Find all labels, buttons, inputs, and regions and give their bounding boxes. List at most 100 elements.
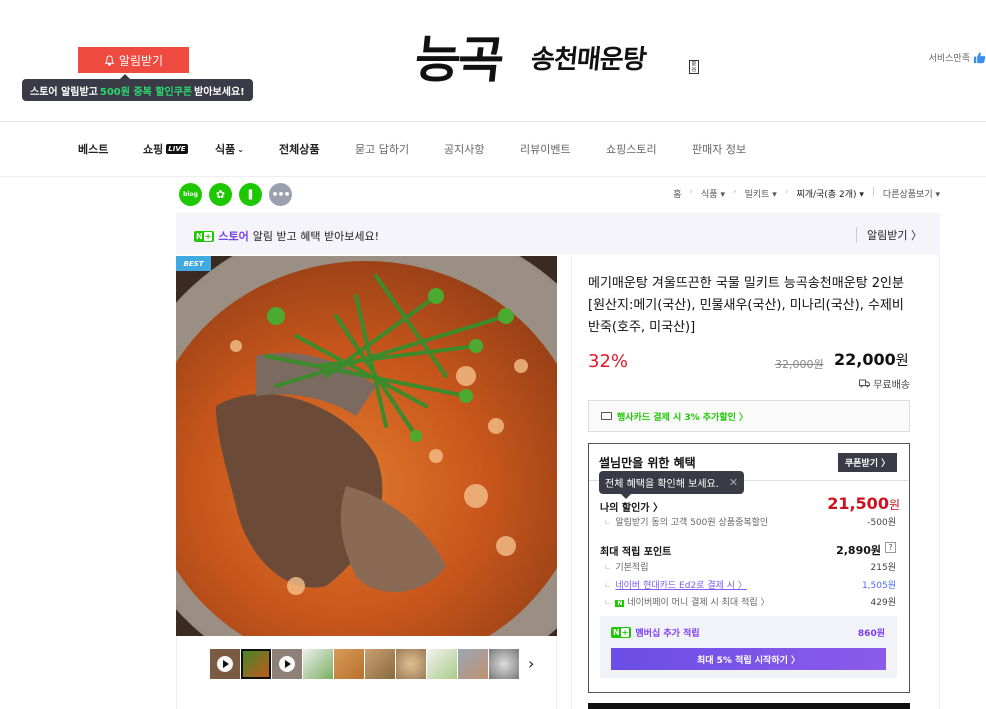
breadcrumb-food-label: 식품 bbox=[701, 190, 718, 200]
hyundai-card-link[interactable]: 네이버 현대카드 Ed2로 결제 시 〉 bbox=[615, 581, 747, 591]
start-membership-button[interactable]: 최대 5% 적립 시작하기 〉 bbox=[611, 648, 886, 670]
basic-points-label: 기본적립 bbox=[604, 560, 648, 573]
blog-icon-glyph: blog bbox=[183, 191, 198, 198]
discount-rate: 32% bbox=[588, 351, 629, 372]
breadcrumb-mealkit[interactable]: 밀키트 ▾ bbox=[745, 187, 777, 200]
nav-qna-label: 묻고 답하기 bbox=[355, 143, 410, 156]
nav-qna[interactable]: 묻고 답하기 bbox=[355, 141, 409, 157]
get-coupon-button[interactable]: 쿠폰받기 〉 bbox=[838, 453, 897, 472]
nav-best-label: 베스트 bbox=[78, 143, 109, 156]
npay-icon: N bbox=[615, 600, 625, 607]
shipping-info: 무료배송 bbox=[859, 376, 910, 391]
membership-label-text: 멤버십 추가 적립 bbox=[635, 629, 700, 639]
alarm-discount-value: -500원 bbox=[867, 518, 896, 528]
breadcrumb-food[interactable]: 식품 ▾ bbox=[701, 187, 725, 200]
close-icon[interactable]: ✕ bbox=[729, 476, 738, 489]
membership-label: N + 멤버십 추가 적립 bbox=[611, 626, 700, 639]
hyundai-card-points-value: 1,505원 bbox=[861, 581, 896, 591]
nav-review-label: 리뷰이벤트 bbox=[520, 143, 571, 156]
nav-food-label: 식품 bbox=[215, 143, 236, 156]
thumbnail-image[interactable] bbox=[303, 649, 333, 679]
card-benefit-link[interactable]: 행사카드 결제 시 3% 추가할인 〉 bbox=[588, 400, 910, 432]
benefits-tooltip: 전체 혜택을 확인해 보세요. ✕ bbox=[599, 471, 745, 499]
breadcrumb-other-label: 다른상품보기 bbox=[882, 190, 933, 200]
thumbnail-image[interactable] bbox=[396, 649, 426, 679]
main-nav: 베스트 쇼핑 LIVE 식품 ⌄ 전체상품 묻고 답하기 공지사항 리뷰이벤트 쇼핑… bbox=[0, 122, 986, 176]
nav-notice[interactable]: 공지사항 bbox=[444, 141, 484, 157]
nav-story-label: 쇼핑스토리 bbox=[606, 143, 657, 156]
thumbnail-image[interactable] bbox=[489, 649, 519, 679]
alarm-subscribe-button[interactable]: 알림받기 bbox=[78, 47, 189, 73]
store-banner-message: N + 스토어 알림 받고 혜택 받아보세요! bbox=[194, 228, 379, 244]
my-discount-price: 21,500원 bbox=[827, 494, 900, 513]
benefits-tooltip-text: 전체 혜택을 확인해 보세요. bbox=[605, 479, 719, 490]
original-price: 32,000원 bbox=[775, 358, 824, 371]
chevron-right-icon[interactable]: › bbox=[528, 654, 534, 673]
card-benefit-label: 행사카드 결제 시 3% 추가할인 〉 bbox=[617, 412, 749, 423]
naver-badge-letter: N bbox=[196, 231, 203, 241]
npay-money-points-row[interactable]: N네이버페이 머니 결제 시 최대 적립 〉 bbox=[604, 595, 770, 608]
logo-main-text: 능곡 bbox=[411, 30, 505, 89]
thumbs-up-icon bbox=[973, 52, 986, 64]
sale-price-value: 22,000 bbox=[834, 350, 896, 369]
thumbnail-image-selected[interactable] bbox=[241, 649, 271, 679]
breadcrumb-separator: › bbox=[689, 187, 694, 197]
breadcrumb-separator: | bbox=[871, 187, 875, 197]
nav-shopping-story[interactable]: 쇼핑스토리 bbox=[606, 141, 657, 157]
thumbnail-image[interactable] bbox=[427, 649, 457, 679]
my-discount-label[interactable]: 나의 할인가 〉 bbox=[600, 499, 663, 514]
thumbnail-video[interactable] bbox=[272, 649, 302, 679]
bookmark-icon-glyph: ❚ bbox=[246, 189, 255, 200]
bookmark-icon[interactable]: ❚ bbox=[239, 183, 262, 206]
thumbnail-image[interactable] bbox=[365, 649, 395, 679]
nav-seller-label: 판매자 정보 bbox=[692, 143, 747, 156]
service-satisfaction[interactable]: 서비스만족 bbox=[929, 51, 986, 64]
alarm-button-label: 알림받기 bbox=[118, 53, 164, 68]
nav-food[interactable]: 식품 ⌄ bbox=[215, 141, 244, 157]
breadcrumb-mealkit-label: 밀키트 bbox=[744, 190, 770, 200]
nav-divider bbox=[0, 176, 986, 177]
hyundai-card-points-row: 네이버 현대카드 Ed2로 결제 시 〉 bbox=[604, 578, 747, 591]
breadcrumb-stew[interactable]: 찌개/국(총 2개) ▾ bbox=[796, 187, 863, 200]
nav-shopping-live[interactable]: 쇼핑 LIVE bbox=[143, 141, 188, 157]
breadcrumb-other-products[interactable]: 다른상품보기 ▾ bbox=[883, 187, 940, 200]
breadcrumb-separator: › bbox=[784, 187, 789, 197]
nav-notice-label: 공지사항 bbox=[444, 143, 485, 156]
help-icon[interactable]: ? bbox=[885, 542, 896, 553]
nav-review-event[interactable]: 리뷰이벤트 bbox=[520, 141, 571, 157]
talk-icon[interactable]: ✿ bbox=[209, 183, 232, 206]
max-points-value: 2,890원 bbox=[836, 544, 881, 557]
plus-icon: + bbox=[203, 231, 213, 241]
breadcrumb-home[interactable]: 홈 bbox=[673, 187, 681, 200]
blog-icon[interactable]: blog bbox=[179, 183, 202, 206]
coupon-tip-suffix: 받아보세요! bbox=[194, 86, 245, 98]
naver-plus-badge: N + bbox=[194, 230, 215, 242]
nav-all-label: 전체상품 bbox=[279, 143, 320, 156]
nav-best[interactable]: 베스트 bbox=[78, 141, 108, 157]
more-icon[interactable]: ••• bbox=[269, 183, 292, 206]
nav-all-products[interactable]: 전체상품 bbox=[279, 141, 319, 157]
store-logo[interactable]: 능곡 송천매운탕 能谷 bbox=[412, 26, 705, 94]
satisfaction-label: 서비스만족 bbox=[928, 54, 970, 64]
share-icons: blog ✿ ❚ ••• bbox=[179, 183, 292, 206]
thumbnail-image[interactable] bbox=[458, 649, 488, 679]
talk-icon-glyph: ✿ bbox=[215, 188, 226, 201]
logo-seal: 能谷 bbox=[689, 60, 699, 74]
store-alarm-link[interactable]: 알림받기 〉 bbox=[856, 227, 922, 243]
sale-price: 22,000원 bbox=[834, 350, 909, 370]
benefits-title: 썰님만을 위한 혜택 bbox=[599, 456, 696, 470]
product-main-image[interactable] bbox=[176, 256, 557, 636]
best-badge: BEST bbox=[176, 256, 211, 271]
purchase-bar[interactable] bbox=[588, 703, 910, 709]
nav-seller-info[interactable]: 판매자 정보 bbox=[692, 141, 746, 157]
more-icon-glyph: ••• bbox=[271, 188, 290, 201]
nav-shopping-label: 쇼핑 bbox=[143, 143, 164, 156]
store-alarm-banner: N + 스토어 알림 받고 혜택 받아보세요! 알림받기 〉 bbox=[176, 213, 940, 255]
play-icon bbox=[217, 656, 233, 672]
breadcrumb-separator: › bbox=[732, 187, 737, 197]
thumbnail-image[interactable] bbox=[334, 649, 364, 679]
membership-points-value: 860원 bbox=[857, 629, 885, 639]
thumbnail-video[interactable] bbox=[210, 649, 240, 679]
live-badge: LIVE bbox=[166, 144, 188, 154]
npay-money-points-value: 429원 bbox=[870, 598, 896, 608]
